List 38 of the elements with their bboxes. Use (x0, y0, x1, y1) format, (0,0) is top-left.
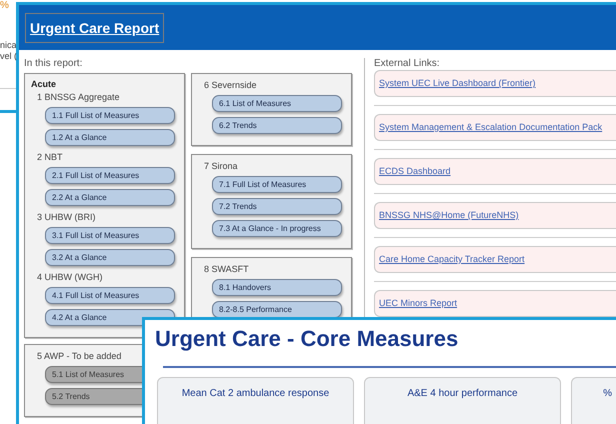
group-title: 6 Severnside (204, 79, 258, 91)
section-heading: Acute (31, 78, 58, 90)
external-link[interactable]: ECDS Dashboard (374, 158, 616, 185)
links-heading: External Links: (374, 58, 441, 70)
report-page-button[interactable]: 8.1 Handovers (212, 279, 342, 296)
report-page-button[interactable]: 3.1 Full List of Measures (45, 227, 175, 244)
report-page-button[interactable]: 8.2-8.5 Performance (212, 301, 342, 318)
group-title: 4 UHBW (WGH) (37, 271, 104, 283)
external-link[interactable]: System UEC Live Dashboard (Frontier) (374, 70, 616, 97)
group-title: 2 NBT (37, 151, 64, 163)
report-page-button[interactable]: 7.3 At a Glance - In progress (212, 220, 342, 237)
report-page-button[interactable]: 4.1 Full List of Measures (45, 287, 175, 304)
group-title: 1 BNSSG Aggregate (37, 91, 121, 103)
contents-heading: In this report: (24, 58, 84, 70)
report-page-button[interactable]: 1.2 At a Glance (45, 129, 175, 146)
report-page-button[interactable]: 3.2 At a Glance (45, 249, 175, 266)
report-page-button[interactable]: 7.1 Full List of Measures (212, 176, 342, 193)
report-title: Urgent Care Report (25, 12, 164, 42)
external-link[interactable]: BNSSG NHS@Home (FutureNHS) (374, 202, 616, 229)
group-title: 3 UHBW (BRI) (37, 211, 96, 223)
measure-label: A&E 4 hour performance (407, 388, 518, 400)
group-title: 7 Sirona (204, 160, 239, 172)
measure-label: % (603, 388, 612, 400)
report-page-button[interactable]: 6.2 Trends (212, 117, 342, 134)
measure-label: Mean Cat 2 ambulance response (182, 388, 330, 400)
external-link[interactable]: System Management & Escalation Documentation Pack (374, 114, 616, 141)
report-page-button[interactable]: 6.1 List of Measures (212, 95, 342, 112)
measures-title: Urgent Care - Core Measures (155, 325, 460, 353)
report-page-button[interactable]: 7.2 Trends (212, 198, 342, 215)
report-page-button[interactable]: 2.2 At a Glance (45, 189, 175, 206)
external-link[interactable]: UEC Minors Report (374, 290, 616, 317)
group-title: 8 SWASFT (204, 263, 250, 275)
external-link[interactable]: Care Home Capacity Tracker Report (374, 246, 616, 273)
label-text: nica (0, 40, 18, 51)
report-page-button[interactable]: 1.1 Full List of Measures (45, 107, 175, 124)
group-title: 5 AWP - To be added (37, 350, 122, 362)
percent-text: % (0, 0, 10, 12)
report-page-button[interactable]: 2.1 Full List of Measures (45, 167, 175, 184)
